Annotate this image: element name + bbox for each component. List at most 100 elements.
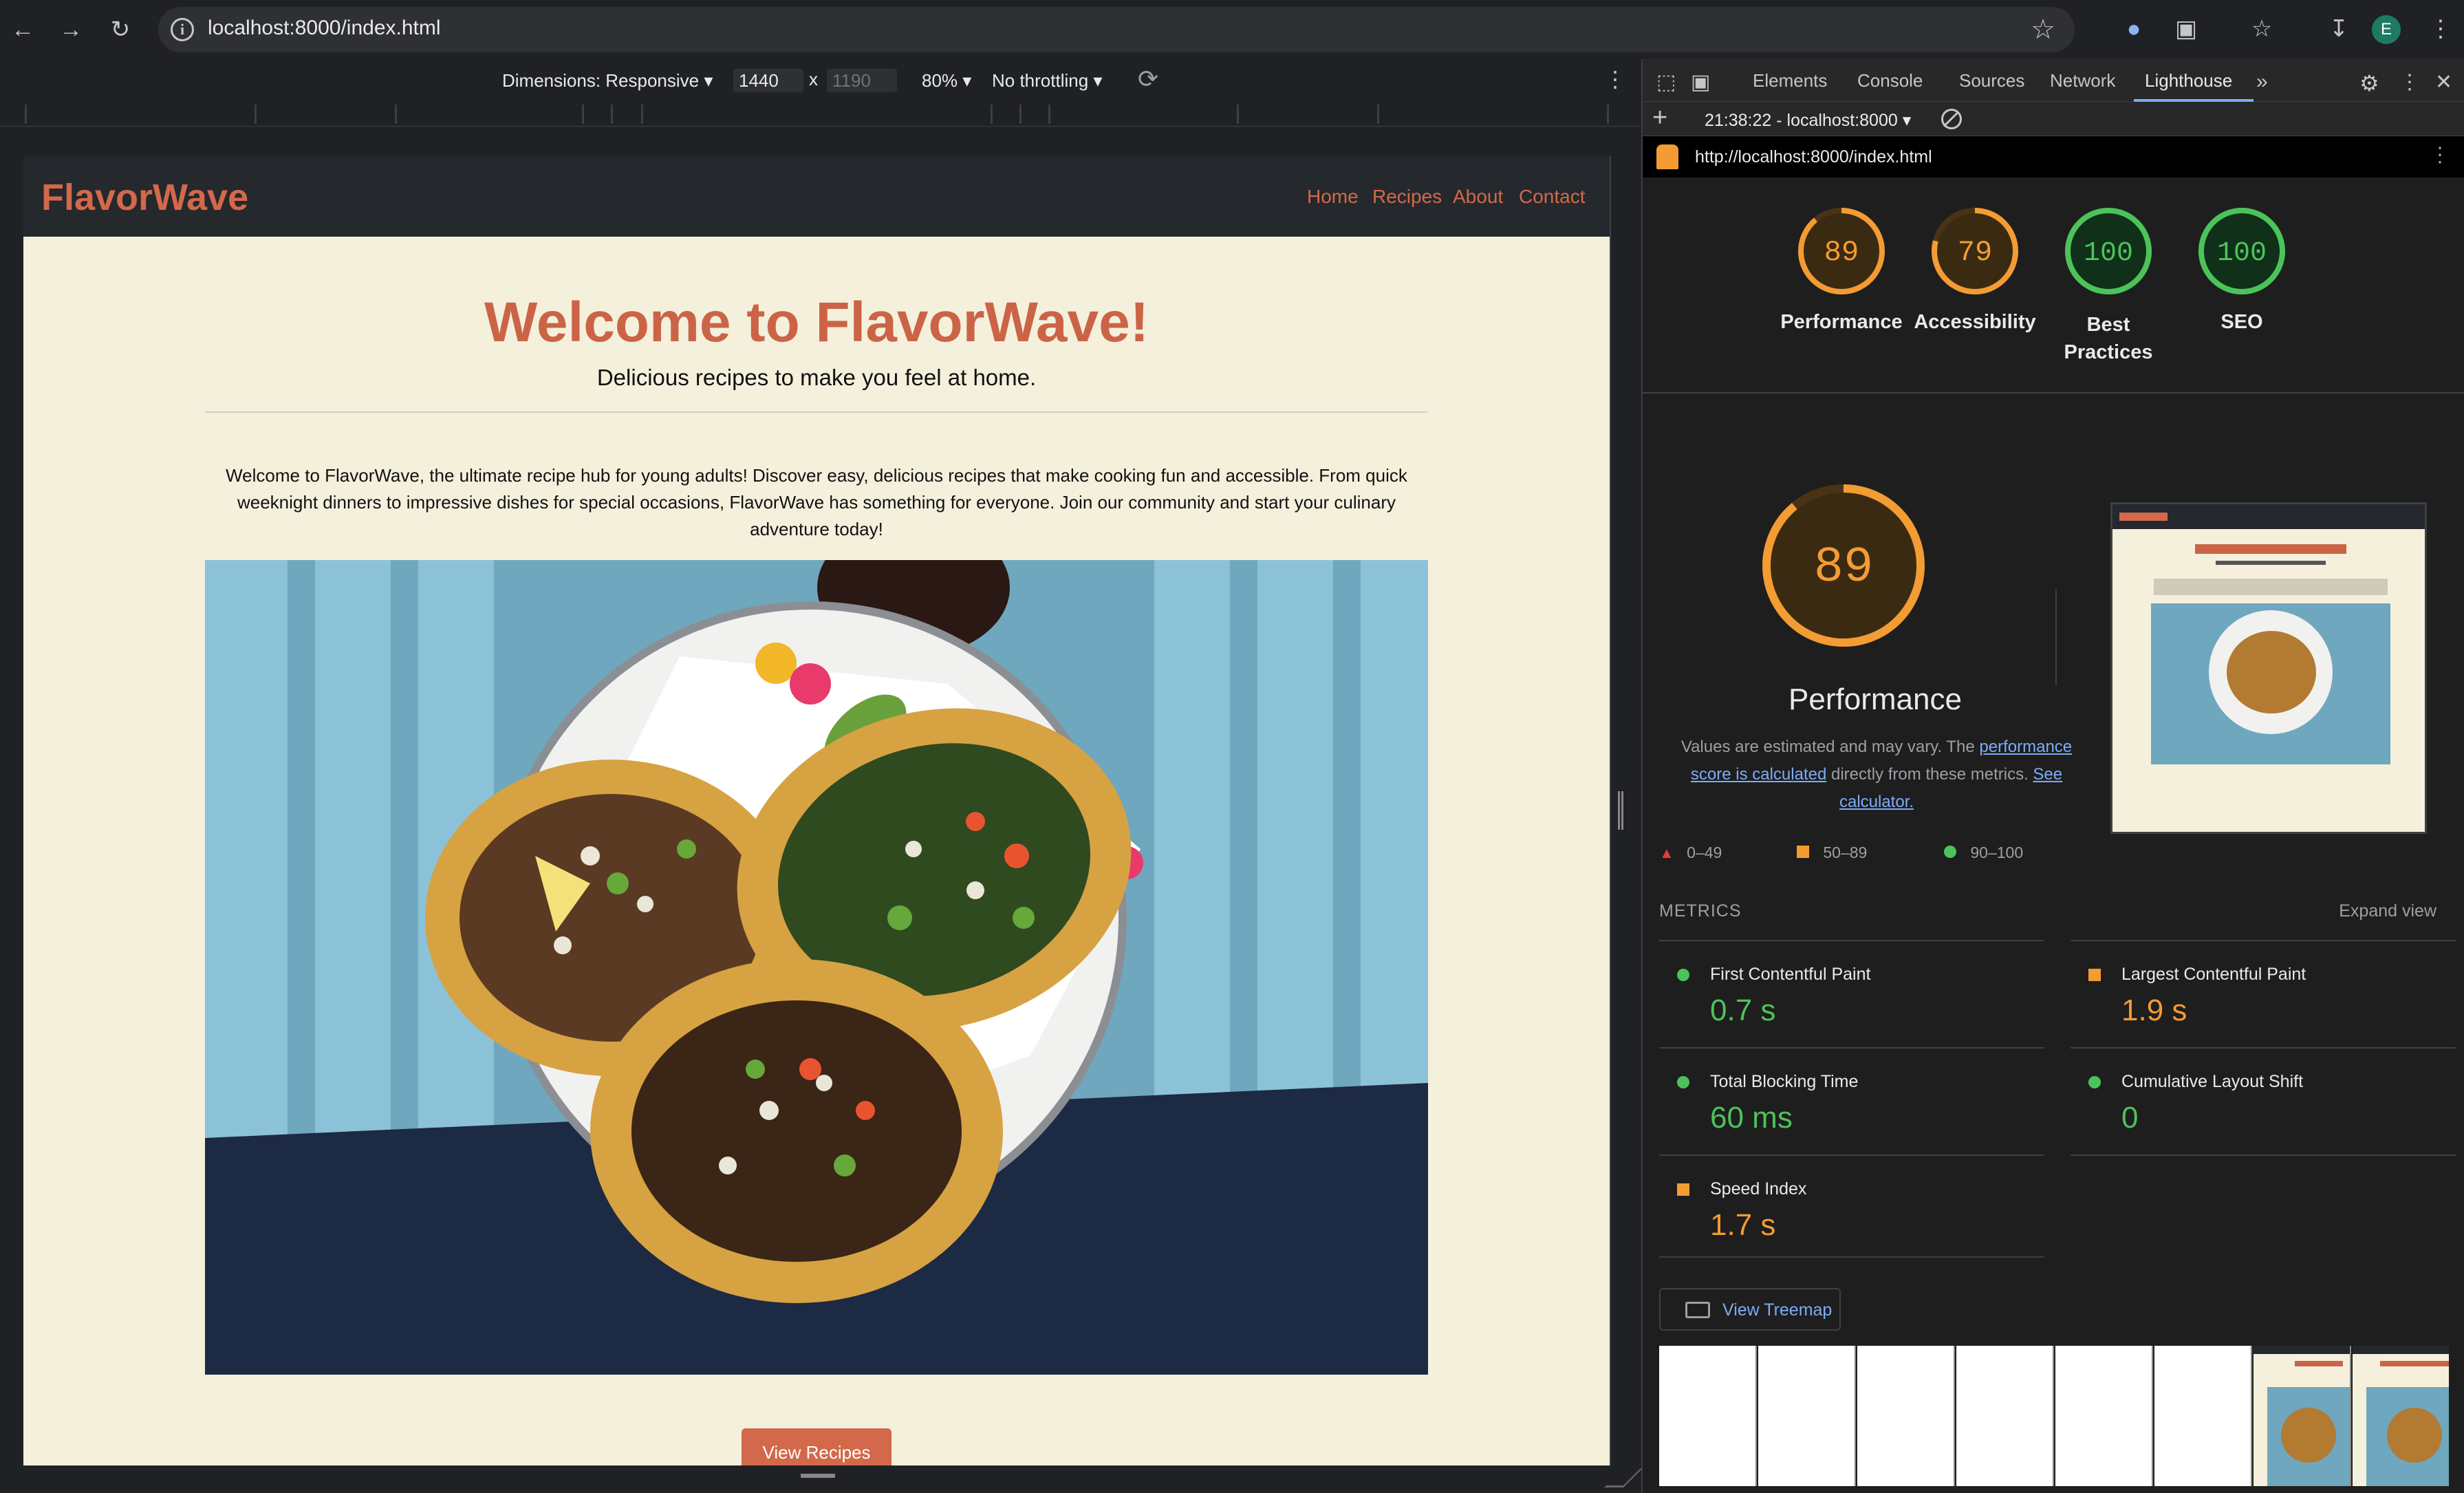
tab-elements[interactable]: Elements [1753,70,1827,92]
more-tabs-icon[interactable]: » [2256,70,2268,94]
filmstrip-frame [1857,1346,1955,1486]
legend-pass: 90–100 [1944,844,2023,862]
device-toggle-icon[interactable]: ▣ [1691,70,1710,94]
gauge-label-performance: Performance [1780,311,1903,333]
tab-lighthouse[interactable]: Lighthouse [2145,70,2232,92]
inspect-element-icon[interactable]: ⬚ [1656,70,1676,94]
extension-globe-icon[interactable]: ● [2117,12,2150,45]
metrics-divider [2071,1154,2456,1156]
reload-icon[interactable]: ↻ [105,14,136,45]
address-bar[interactable]: i localhost:8000/index.html ☆ [158,7,2075,52]
ruler-tick [1237,105,1239,124]
devtools-tab-bar: ⬚ ▣ Elements Console Sources Network Lig… [1643,59,2464,102]
metric-status-icon [2088,1076,2101,1088]
dimensions-select[interactable]: Dimensions: Responsive ▾ [502,70,713,92]
browser-menu-icon[interactable]: ⋮ [2424,12,2457,45]
viewport-corner-resize-handle[interactable] [1604,1468,1643,1487]
metric-label: Cumulative Layout Shift [2121,1072,2304,1091]
devtools-panel: ⬚ ▣ Elements Console Sources Network Lig… [1641,59,2464,1493]
metric-status-icon [1677,969,1689,981]
height-input[interactable]: 1190 [827,69,897,92]
performance-description: Values are estimated and may vary. The p… [1670,733,2083,816]
gauge-value: 100 [2217,238,2267,269]
tab-network[interactable]: Network [2050,70,2115,92]
tacos-photo [205,560,1428,1375]
tab-console[interactable]: Console [1857,70,1923,92]
profile-avatar[interactable]: E [2372,15,2401,44]
metric-status-icon [1677,1076,1689,1088]
average-square-icon [1797,846,1809,858]
nav-link-home[interactable]: Home [1307,186,1359,208]
device-toolbar-menu-icon[interactable]: ⋮ [1604,66,1626,92]
nav-link-contact[interactable]: Contact [1519,186,1586,208]
filmstrip-frame [2254,1346,2351,1486]
zoom-label: 80% [922,70,958,91]
gauge-best-practices[interactable]: 100 [2064,206,2153,299]
metric-value: 1.9 s [2121,993,2187,1027]
expand-view-toggle[interactable]: Expand view [2339,901,2436,921]
viewport-resize-handle[interactable] [801,1474,835,1478]
vertical-divider [2055,589,2057,685]
tab-sources[interactable]: Sources [1959,70,2024,92]
filmstrip [1659,1346,2464,1490]
gauge-label-seo: SEO [2220,311,2263,333]
gauge-value: 100 [2084,238,2133,269]
close-devtools-icon[interactable]: ✕ [2435,70,2452,94]
media-query-bar[interactable] [0,102,1640,127]
download-icon[interactable]: ↧ [2322,12,2355,45]
gauge-label-best-practices: Best Practices [2064,314,2153,363]
back-arrow-icon[interactable]: ← [7,14,39,45]
dimensions-label: Dimensions: Responsive [502,70,700,91]
gauge-performance[interactable]: 89 [1797,206,1886,299]
hero-subtitle: Delicious recipes to make you feel at ho… [596,365,1037,390]
view-recipes-button[interactable]: View Recipes [742,1428,891,1465]
gauge-accessibility[interactable]: 79 [1930,206,2020,299]
metric-label: Largest Contentful Paint [2121,965,2306,984]
throttling-label: No throttling [992,70,1089,91]
gauge-value: 89 [1824,236,1859,269]
emulated-viewport: FlavorWave Home Recipes About Contact We… [23,155,1610,1465]
ruler-tick [255,105,257,124]
clear-reports-icon[interactable] [1941,109,1962,129]
devtools-split-handle[interactable] [1618,791,1623,830]
filmstrip-frame [2055,1346,2153,1486]
lighthouse-logo-icon [1656,144,1678,169]
browser-toolbar: ← → ↻ i localhost:8000/index.html ☆ ● ▣ … [0,0,2464,59]
filmstrip-frame [1758,1346,1856,1486]
bookmarks-star-icon[interactable]: ☆ [2245,12,2278,45]
ruler-tick [1019,105,1022,124]
big-gauge-value: 89 [1814,539,1873,596]
legend-fail: ▲ 0–49 [1659,844,1722,862]
thumbnail-title [2195,544,2346,554]
nav-link-recipes[interactable]: Recipes [1372,186,1442,208]
devtools-menu-icon[interactable]: ⋮ [2399,70,2420,94]
filmstrip-frame [1659,1346,1757,1486]
throttling-select[interactable]: No throttling ▾ [992,70,1102,92]
page-screenshot-thumbnail[interactable] [2110,502,2427,834]
metric-lcp: Largest Contentful Paint 1.9 s [2071,940,2456,1043]
width-input[interactable]: 1440 [733,69,803,92]
thumbnail-photo [2151,603,2390,764]
zoom-select[interactable]: 80% ▾ [922,70,971,92]
address-bar-url[interactable]: localhost:8000/index.html [208,17,441,40]
thumbnail-paragraph [2154,579,2388,595]
settings-gear-icon[interactable]: ⚙ [2359,70,2379,96]
new-report-plus-icon[interactable]: + [1652,103,1667,133]
view-treemap-button[interactable]: View Treemap [1659,1288,1841,1331]
rotate-icon[interactable]: ⟳ [1138,65,1158,94]
report-menu-icon[interactable]: ⋮ [2430,143,2450,167]
extensions-puzzle-icon[interactable]: ▣ [2170,12,2203,45]
site-logo[interactable]: FlavorWave [41,176,248,219]
gauge-seo[interactable]: 100 [2197,206,2287,299]
nav-link-about[interactable]: About [1453,186,1503,208]
metric-status-icon [1677,1183,1689,1196]
site-info-icon[interactable]: i [171,18,194,41]
ruler-tick [395,105,397,124]
forward-arrow-icon[interactable]: → [55,14,87,45]
legend-pass-label: 90–100 [1970,844,2024,861]
filmstrip-frame [2353,1346,2449,1486]
ruler-tick [641,105,643,124]
report-selector[interactable]: 21:38:22 - localhost:8000 ▾ [1705,110,1911,131]
pass-circle-icon [1944,846,1956,858]
bookmark-star-icon[interactable]: ☆ [2031,14,2055,45]
